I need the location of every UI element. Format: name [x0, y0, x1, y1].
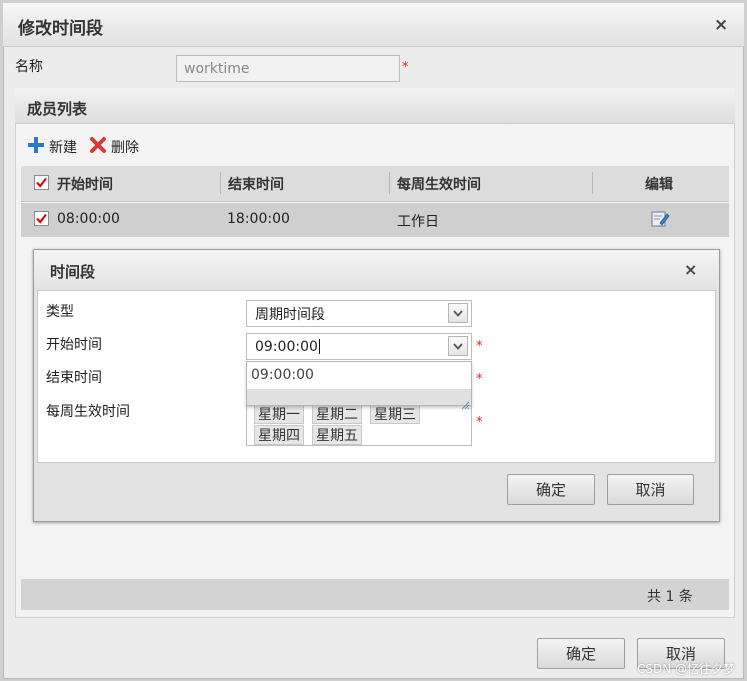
- start-time-select[interactable]: 09:00:00: [246, 333, 472, 360]
- members-panel-header: [15, 88, 735, 124]
- dropdown-footer: [247, 389, 471, 405]
- new-button-label: 新建: [49, 140, 77, 156]
- chevron-down-icon[interactable]: [448, 303, 468, 323]
- time-period-dialog-header[interactable]: [34, 250, 719, 290]
- required-mark: *: [476, 415, 483, 430]
- watermark: CSDN @忆往夕梦: [637, 662, 736, 676]
- column-divider[interactable]: [389, 172, 390, 194]
- weekday-tag[interactable]: 星期五: [312, 425, 362, 445]
- text-cursor: [318, 339, 320, 354]
- weekday-tag[interactable]: 星期二: [312, 404, 362, 424]
- delete-button-label: 删除: [111, 140, 139, 156]
- start-time-value: 09:00:00: [255, 338, 318, 355]
- new-button[interactable]: 新建: [27, 136, 77, 158]
- row-checkbox[interactable]: [34, 211, 49, 226]
- column-divider[interactable]: [592, 172, 593, 194]
- required-mark: *: [402, 60, 409, 75]
- dialog-ok-button[interactable]: 确定: [507, 474, 595, 505]
- record-count: 共 1 条: [647, 589, 693, 605]
- weekday-tag[interactable]: 星期四: [254, 425, 304, 445]
- time-period-dialog-title: 时间段: [50, 263, 96, 281]
- check-icon: [36, 213, 47, 224]
- close-icon[interactable]: ×: [684, 262, 697, 278]
- resize-handle-icon[interactable]: [461, 395, 470, 414]
- ok-button[interactable]: 确定: [537, 638, 625, 669]
- check-icon: [36, 177, 47, 188]
- members-title: 成员列表: [27, 100, 88, 118]
- row-end-time: 18:00:00: [227, 211, 290, 227]
- weekly-days-label: 每周生效时间: [46, 404, 130, 420]
- weekday-tag[interactable]: 星期一: [254, 404, 304, 424]
- column-header-end[interactable]: 结束时间: [228, 174, 284, 194]
- type-select-value: 周期时间段: [255, 306, 325, 323]
- required-mark: *: [476, 372, 483, 387]
- column-header-edit: 编辑: [645, 177, 673, 193]
- row-days: 工作日: [397, 214, 439, 230]
- name-label: 名称: [15, 59, 43, 75]
- name-field[interactable]: worktime: [176, 55, 400, 82]
- type-select[interactable]: 周期时间段: [246, 300, 472, 327]
- start-time-label: 开始时间: [46, 337, 102, 353]
- chevron-down-icon[interactable]: [448, 336, 468, 356]
- end-time-label: 结束时间: [46, 370, 102, 386]
- delete-x-icon: [89, 136, 107, 158]
- type-label: 类型: [46, 304, 74, 320]
- dialog-title-bar[interactable]: [3, 3, 744, 47]
- column-header-start[interactable]: 开始时间: [57, 174, 113, 194]
- edit-icon[interactable]: [651, 209, 670, 232]
- weekday-tag[interactable]: 星期三: [370, 404, 420, 424]
- dropdown-option[interactable]: 09:00:00: [247, 364, 471, 386]
- plus-icon: [27, 136, 45, 158]
- required-mark: *: [476, 339, 483, 354]
- dialog-cancel-button[interactable]: 取消: [607, 474, 694, 505]
- delete-button[interactable]: 删除: [89, 136, 139, 158]
- grid-header: [21, 166, 729, 202]
- row-start-time: 08:00:00: [57, 211, 120, 227]
- dialog-title: 修改时间段: [18, 19, 103, 39]
- grid-footer: [21, 579, 729, 610]
- table-row[interactable]: [21, 203, 729, 237]
- column-divider[interactable]: [220, 172, 221, 194]
- select-all-checkbox[interactable]: [34, 175, 49, 190]
- column-header-days[interactable]: 每周生效时间: [397, 174, 481, 194]
- close-icon[interactable]: ×: [714, 17, 728, 34]
